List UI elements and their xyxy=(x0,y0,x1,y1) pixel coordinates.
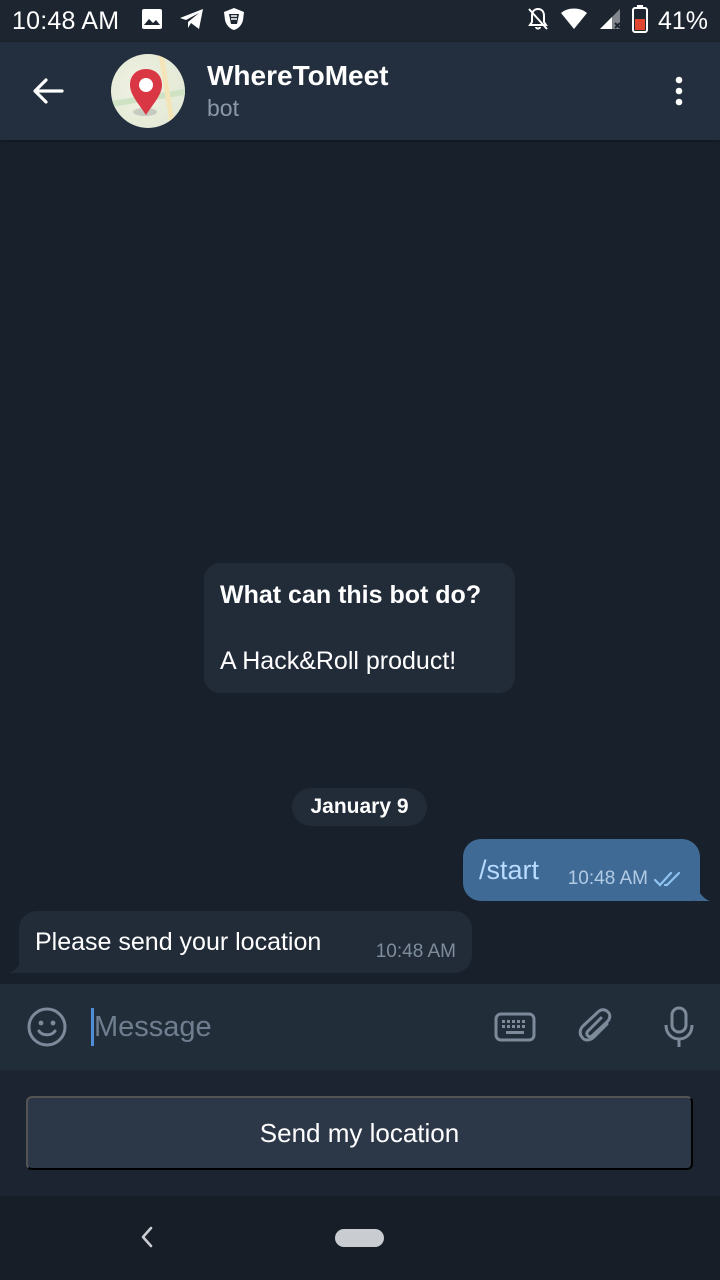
chat-title-block[interactable]: WhereToMeet bot xyxy=(207,59,389,123)
battery-icon xyxy=(631,4,648,38)
nav-home-pill[interactable] xyxy=(335,1229,384,1247)
status-bar: 10:48 AM 41% xyxy=(0,0,720,42)
emoji-button[interactable] xyxy=(0,984,94,1070)
chat-header: WhereToMeet bot xyxy=(0,42,720,140)
chat-title: WhereToMeet xyxy=(207,60,389,91)
message-input-wrapper[interactable] xyxy=(91,984,474,1070)
bot-info-card: What can this bot do? A Hack&Roll produc… xyxy=(204,563,515,693)
avatar[interactable] xyxy=(111,54,185,128)
nav-back-button[interactable] xyxy=(132,1222,162,1252)
chevron-left-icon xyxy=(141,1226,153,1248)
back-button[interactable] xyxy=(0,42,96,140)
gallery-icon xyxy=(141,8,163,35)
chat-subtitle: bot xyxy=(207,95,239,121)
signal-icon xyxy=(598,7,622,36)
smiley-icon xyxy=(27,1007,67,1047)
double-check-icon xyxy=(654,871,681,887)
message-time: 10:48 AM xyxy=(375,941,456,962)
keyboard-icon xyxy=(494,1012,536,1042)
arrow-left-icon xyxy=(33,78,64,104)
send-location-button[interactable]: Send my location xyxy=(26,1096,693,1170)
bot-reply-keyboard: Send my location xyxy=(0,1070,720,1196)
more-vertical-icon xyxy=(675,76,683,106)
message-composer xyxy=(0,984,720,1070)
status-notification-icons xyxy=(141,6,247,37)
mute-icon xyxy=(526,6,550,37)
paperclip-icon xyxy=(578,1008,612,1042)
attach-button[interactable] xyxy=(556,984,638,1070)
message-input[interactable] xyxy=(94,997,474,1057)
status-time: 10:48 AM xyxy=(12,6,120,35)
bot-info-description: A Hack&Roll product! xyxy=(220,647,457,675)
message-meta: 10:48 AM xyxy=(568,868,684,890)
message-outgoing[interactable]: /start 10:48 AM xyxy=(463,839,710,901)
message-text[interactable]: /start xyxy=(479,855,539,886)
shield-icon xyxy=(221,6,247,37)
voice-record-button[interactable] xyxy=(638,984,720,1070)
message-incoming[interactable]: Please send your location 10:48 AM xyxy=(9,911,472,973)
bubble-tail xyxy=(9,959,23,973)
wifi-icon xyxy=(560,7,588,36)
microphone-icon xyxy=(664,1006,694,1047)
bot-info-title: What can this bot do? xyxy=(220,581,482,609)
message-text[interactable]: Please send your location xyxy=(35,928,321,957)
battery-percent: 41% xyxy=(657,6,708,35)
status-system-icons: 41% xyxy=(526,4,708,38)
map-pin-icon xyxy=(111,54,185,128)
message-time: 10:48 AM xyxy=(567,868,648,889)
telegram-icon xyxy=(179,8,205,35)
bubble-tail xyxy=(696,887,710,901)
date-separator: January 9 xyxy=(292,788,427,826)
text-cursor xyxy=(91,1008,94,1046)
more-menu-button[interactable] xyxy=(638,42,720,140)
keyboard-toggle-button[interactable] xyxy=(474,984,556,1070)
composer-actions xyxy=(474,984,720,1070)
